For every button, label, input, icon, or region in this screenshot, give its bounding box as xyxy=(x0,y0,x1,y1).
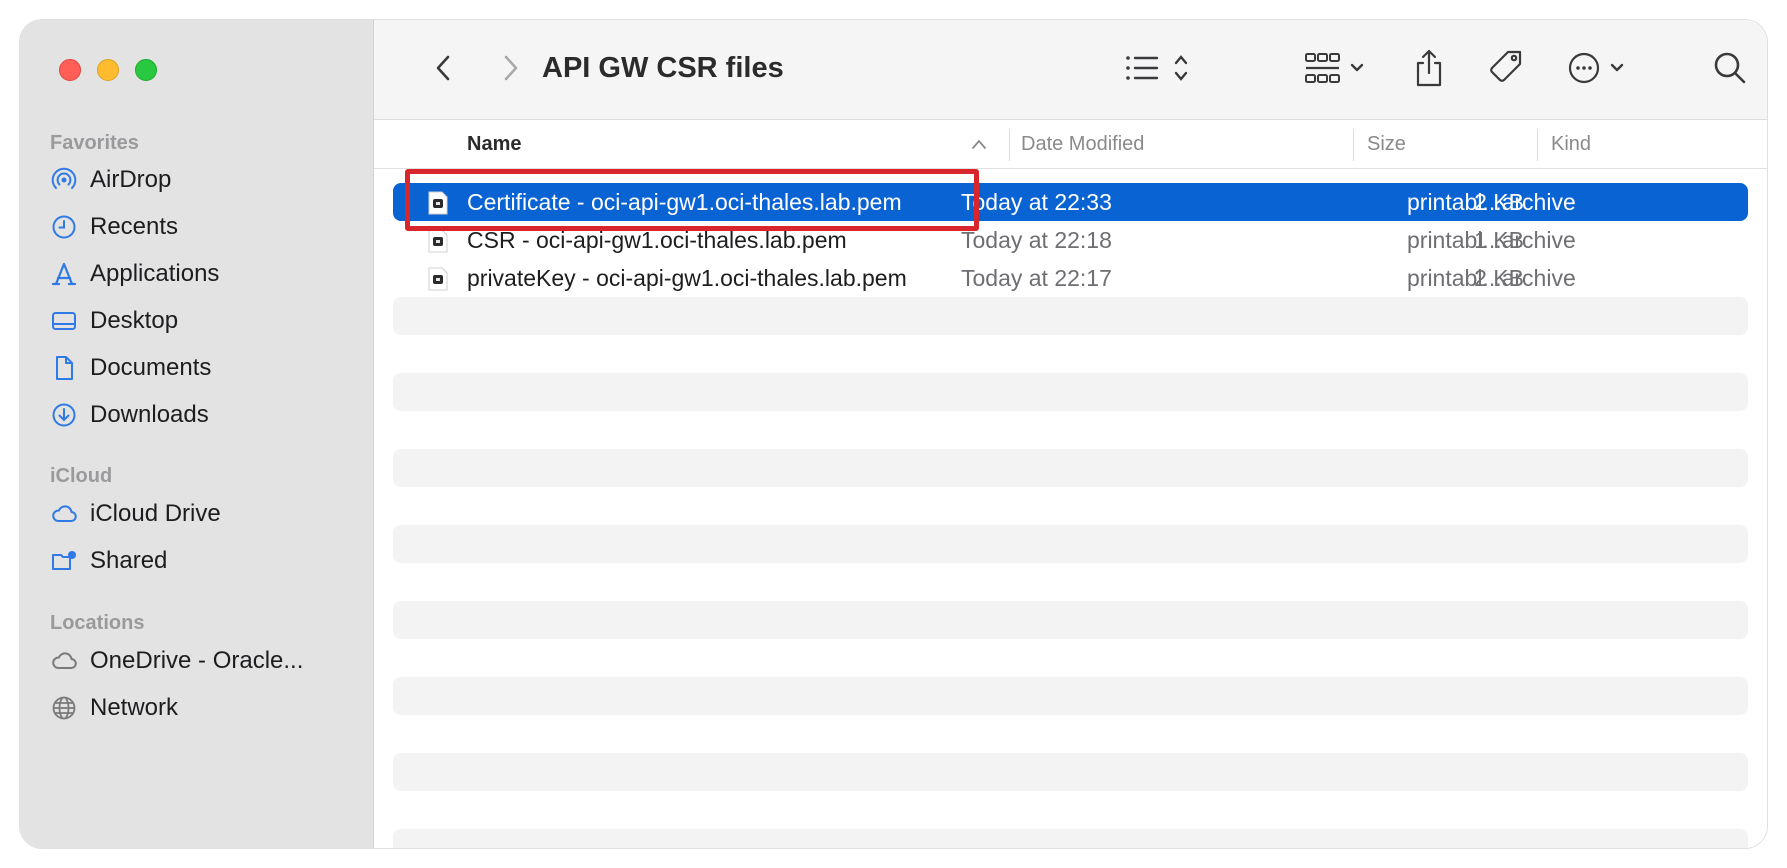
empty-row xyxy=(393,639,1748,677)
file-row-certificate[interactable]: Certificate - oci-api-gw1.oci-thales.lab… xyxy=(393,183,1748,221)
empty-row xyxy=(393,601,1748,639)
chevron-left-icon xyxy=(436,55,450,81)
file-row-csr[interactable]: CSR - oci-api-gw1.oci-thales.lab.pem Tod… xyxy=(393,221,1748,259)
sidebar-item-label: iCloud Drive xyxy=(90,500,221,527)
tag-icon xyxy=(1490,50,1522,82)
tag-button[interactable] xyxy=(1486,46,1526,90)
close-window-button[interactable] xyxy=(59,59,81,81)
empty-row xyxy=(393,449,1748,487)
view-mode-button[interactable] xyxy=(1124,46,1194,90)
sidebar-item-label: Applications xyxy=(90,260,220,287)
column-name[interactable]: Name xyxy=(467,133,521,156)
sidebar: Favorites AirDrop Recents Applications D… xyxy=(20,20,374,848)
empty-row xyxy=(393,373,1748,411)
file-name: CSR - oci-api-gw1.oci-thales.lab.pem xyxy=(467,226,847,253)
sidebar-item-label: Shared xyxy=(90,547,168,574)
sidebar-section-locations: Locations xyxy=(50,612,145,634)
empty-row xyxy=(393,677,1748,715)
file-name: privateKey - oci-api-gw1.oci-thales.lab.… xyxy=(467,264,907,291)
main-content: API GW CSR files Name Date Modified Size… xyxy=(374,20,1767,848)
share-icon xyxy=(1416,49,1442,87)
empty-row xyxy=(393,525,1748,563)
applications-icon xyxy=(50,260,78,288)
share-button[interactable] xyxy=(1412,46,1446,90)
sidebar-item-downloads[interactable]: Downloads xyxy=(50,395,209,435)
pem-file-icon xyxy=(428,229,448,253)
empty-row xyxy=(393,487,1748,525)
empty-row xyxy=(393,411,1748,449)
column-size[interactable]: Size xyxy=(1367,133,1406,156)
folder-title: API GW CSR files xyxy=(542,52,784,84)
shared-folder-icon xyxy=(50,547,78,575)
pem-file-icon xyxy=(428,191,448,215)
column-date-modified[interactable]: Date Modified xyxy=(1021,133,1144,156)
sidebar-item-label: Downloads xyxy=(90,401,209,428)
empty-row xyxy=(393,335,1748,373)
sidebar-item-documents[interactable]: Documents xyxy=(50,348,211,388)
toolbar: API GW CSR files xyxy=(374,20,1767,120)
document-icon xyxy=(50,354,78,382)
empty-row xyxy=(393,715,1748,753)
search-button[interactable] xyxy=(1712,46,1748,90)
file-row-privatekey[interactable]: privateKey - oci-api-gw1.oci-thales.lab.… xyxy=(393,259,1748,297)
empty-row xyxy=(393,563,1748,601)
sidebar-item-label: Recents xyxy=(90,213,179,240)
sidebar-section-icloud: iCloud xyxy=(50,465,113,487)
ellipsis-circle-icon xyxy=(1568,52,1624,84)
forward-button[interactable] xyxy=(492,50,528,86)
sidebar-item-desktop[interactable]: Desktop xyxy=(50,301,178,341)
sidebar-item-label: Network xyxy=(90,694,179,721)
download-icon xyxy=(50,401,78,429)
more-actions-button[interactable] xyxy=(1566,46,1632,90)
column-header: Name Date Modified Size Kind xyxy=(374,121,1767,169)
sidebar-item-label: Documents xyxy=(90,354,212,381)
grid-group-icon xyxy=(1305,53,1364,83)
empty-row xyxy=(393,753,1748,791)
cloud-icon xyxy=(50,500,78,528)
sidebar-item-network[interactable]: Network xyxy=(50,688,178,728)
file-kind: printabl...archive xyxy=(1407,264,1576,291)
cloud-outline-icon xyxy=(50,647,78,675)
sidebar-item-airdrop[interactable]: AirDrop xyxy=(50,160,171,200)
sidebar-item-label: AirDrop xyxy=(90,166,172,193)
back-button[interactable] xyxy=(426,50,462,86)
sidebar-section-favorites: Favorites xyxy=(50,132,139,154)
sort-ascending-icon xyxy=(972,139,986,149)
desktop-icon xyxy=(50,307,78,335)
file-date: Today at 22:18 xyxy=(961,226,1112,253)
chevron-right-icon xyxy=(504,55,518,81)
column-divider[interactable] xyxy=(1537,129,1538,161)
sidebar-item-applications[interactable]: Applications xyxy=(50,254,219,294)
file-date: Today at 22:17 xyxy=(961,264,1112,291)
column-divider[interactable] xyxy=(1009,129,1010,161)
file-kind: printabl...archive xyxy=(1407,226,1576,253)
empty-row xyxy=(393,297,1748,335)
sidebar-item-onedrive[interactable]: OneDrive - Oracle... xyxy=(50,641,303,681)
sidebar-item-recents[interactable]: Recents xyxy=(50,207,178,247)
file-list: Certificate - oci-api-gw1.oci-thales.lab… xyxy=(393,183,1748,848)
sidebar-item-label: OneDrive - Oracle... xyxy=(90,647,304,674)
group-button[interactable] xyxy=(1304,46,1370,90)
list-view-icon xyxy=(1126,55,1188,81)
column-divider[interactable] xyxy=(1353,129,1354,161)
window-controls xyxy=(59,59,157,81)
pem-file-icon xyxy=(428,267,448,291)
file-name: Certificate - oci-api-gw1.oci-thales.lab… xyxy=(467,188,902,215)
globe-icon xyxy=(50,694,78,722)
empty-row xyxy=(393,829,1748,848)
search-icon xyxy=(1714,52,1746,84)
file-date: Today at 22:33 xyxy=(961,188,1112,215)
empty-row xyxy=(393,791,1748,829)
finder-window: Favorites AirDrop Recents Applications D… xyxy=(20,20,1767,848)
minimize-window-button[interactable] xyxy=(97,59,119,81)
sidebar-item-icloud-drive[interactable]: iCloud Drive xyxy=(50,494,221,534)
clock-icon xyxy=(50,213,78,241)
zoom-window-button[interactable] xyxy=(135,59,157,81)
airdrop-icon xyxy=(50,166,78,194)
sidebar-item-label: Desktop xyxy=(90,307,179,334)
column-kind[interactable]: Kind xyxy=(1551,133,1591,156)
file-kind: printabl...archive xyxy=(1407,188,1576,215)
sidebar-item-shared[interactable]: Shared xyxy=(50,541,167,581)
